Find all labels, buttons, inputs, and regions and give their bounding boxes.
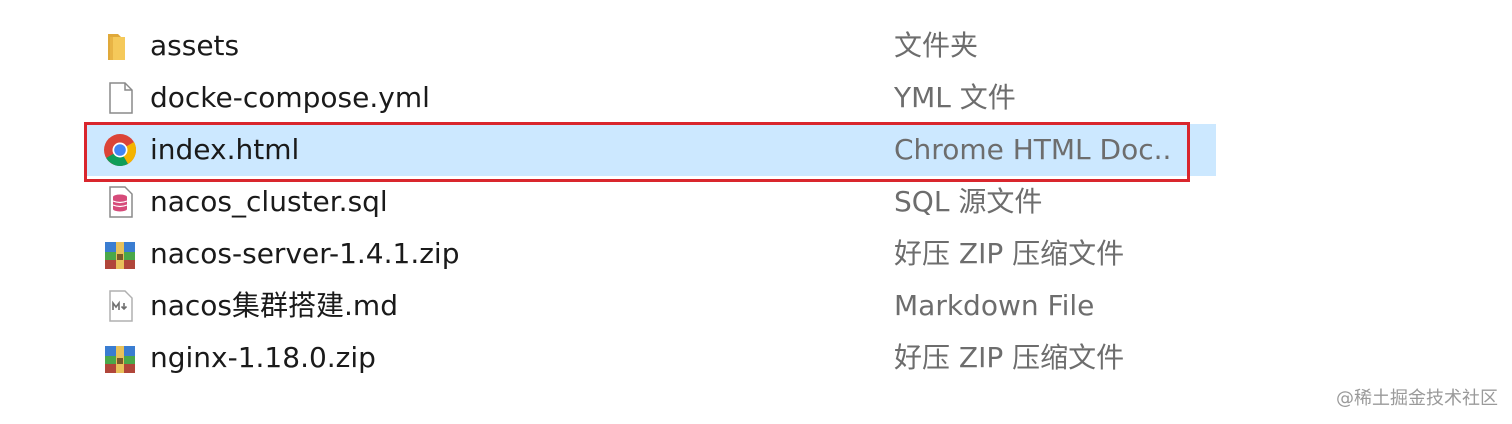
file-row-docke-compose-yml[interactable]: docke-compose.yml YML 文件 bbox=[86, 72, 1216, 124]
sql-file-icon bbox=[102, 184, 138, 220]
file-row-nacos-md[interactable]: nacos集群搭建.md Markdown File bbox=[86, 280, 1216, 332]
file-type: SQL 源文件 bbox=[894, 185, 1043, 218]
file-explorer-list-view: assets 文件夹 docke-compose.yml YML 文件 inde… bbox=[0, 0, 1512, 424]
file-name: nginx-1.18.0.zip bbox=[150, 341, 376, 374]
markdown-file-icon bbox=[102, 288, 138, 324]
file-name: nacos集群搭建.md bbox=[150, 289, 398, 322]
folder-icon bbox=[102, 28, 138, 64]
file-row-nacos-cluster-sql[interactable]: nacos_cluster.sql SQL 源文件 bbox=[86, 176, 1216, 228]
zip-archive-icon bbox=[102, 340, 138, 376]
file-type: YML 文件 bbox=[894, 81, 1016, 114]
file-type: 好压 ZIP 压缩文件 bbox=[894, 237, 1125, 270]
file-row-nginx-zip[interactable]: nginx-1.18.0.zip 好压 ZIP 压缩文件 bbox=[86, 332, 1216, 384]
file-name: assets bbox=[150, 29, 240, 62]
file-type: Markdown File bbox=[894, 289, 1095, 322]
file-name: docke-compose.yml bbox=[150, 81, 430, 114]
red-highlight-annotation bbox=[84, 122, 1190, 182]
zip-archive-icon bbox=[102, 236, 138, 272]
file-type: 好压 ZIP 压缩文件 bbox=[894, 341, 1125, 374]
file-type: 文件夹 bbox=[894, 29, 979, 62]
file-row-nacos-server-zip[interactable]: nacos-server-1.4.1.zip 好压 ZIP 压缩文件 bbox=[86, 228, 1216, 280]
watermark: @稀土掘金技术社区 bbox=[1336, 388, 1498, 409]
file-name: nacos-server-1.4.1.zip bbox=[150, 237, 460, 270]
file-row-assets[interactable]: assets 文件夹 bbox=[86, 20, 1216, 72]
document-icon bbox=[102, 80, 138, 116]
file-name: nacos_cluster.sql bbox=[150, 185, 388, 218]
